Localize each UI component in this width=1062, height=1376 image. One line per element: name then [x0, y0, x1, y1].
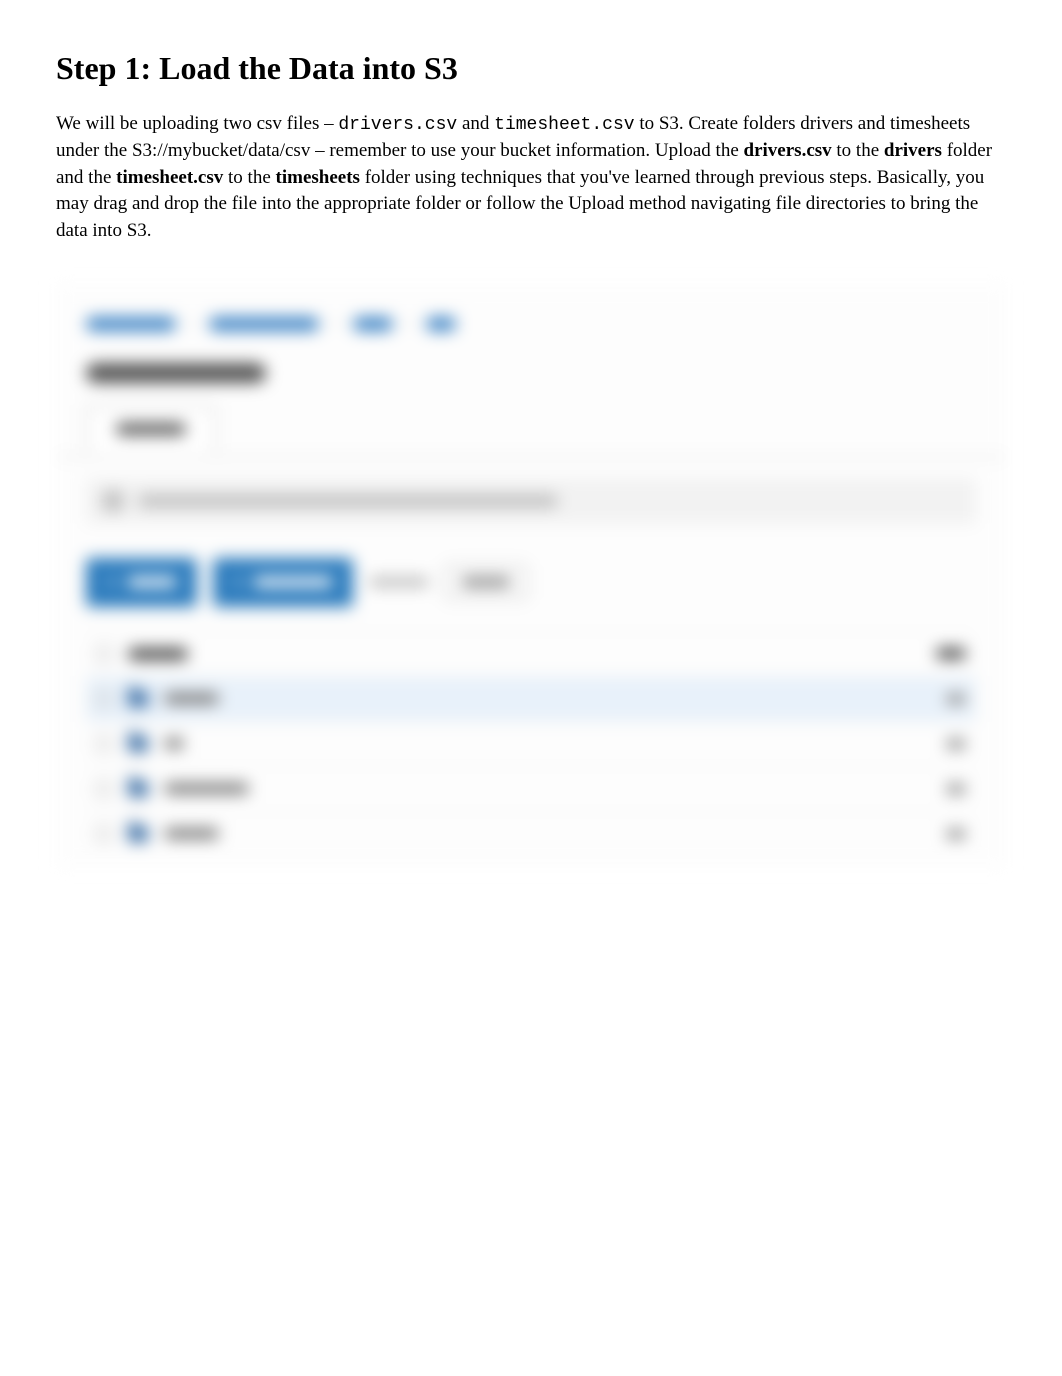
list-row	[86, 676, 976, 721]
checkbox	[96, 781, 112, 797]
tab-overview	[86, 405, 216, 453]
embedded-screenshot-blurred: › › › + +	[56, 285, 1006, 866]
bucket-title	[56, 357, 1006, 403]
code-timesheet-csv: timesheet.csv	[494, 115, 634, 135]
list-header	[86, 631, 976, 676]
breadcrumb-item	[209, 317, 319, 331]
folder-icon	[128, 691, 148, 707]
bold-timesheets-folder: timesheets	[276, 167, 360, 188]
breadcrumb-item	[426, 317, 456, 331]
breadcrumb-item	[353, 317, 393, 331]
plus-icon: +	[106, 572, 117, 593]
column-header-right	[936, 648, 966, 659]
checkbox	[96, 646, 112, 662]
bold-drivers-folder: drivers	[884, 140, 942, 161]
tab-row	[56, 403, 1006, 458]
breadcrumb-separator: ›	[407, 315, 412, 333]
list-row	[86, 811, 976, 856]
breadcrumb-separator: ›	[190, 315, 195, 333]
folder-icon	[128, 736, 148, 752]
row-name	[164, 738, 184, 749]
bold-drivers-csv: drivers.csv	[744, 140, 832, 161]
create-folder-button: +	[213, 558, 354, 607]
row-meta	[946, 739, 966, 749]
row-name	[164, 783, 249, 794]
checkbox	[96, 736, 112, 752]
column-header-name	[128, 648, 188, 660]
row-name	[164, 828, 219, 839]
text-segment: to the	[832, 140, 884, 161]
folder-icon	[128, 781, 148, 797]
breadcrumb-item	[86, 317, 176, 331]
action-row: + +	[56, 548, 1006, 631]
checkbox	[96, 826, 112, 842]
row-meta	[946, 694, 966, 704]
page-heading: Step 1: Load the Data into S3	[56, 50, 1006, 87]
object-list	[56, 631, 1006, 856]
code-drivers-csv: drivers.csv	[338, 115, 457, 135]
search-icon	[104, 492, 122, 510]
list-row	[86, 766, 976, 811]
list-row	[86, 721, 976, 766]
text-segment: to the	[223, 167, 275, 188]
row-name	[164, 693, 219, 704]
search-bar	[86, 478, 976, 524]
text-segment: We will be uploading two csv files –	[56, 113, 338, 134]
breadcrumb: › › ›	[56, 305, 1006, 357]
checkbox	[96, 691, 112, 707]
upload-button: +	[86, 558, 197, 607]
breadcrumb-separator: ›	[333, 315, 338, 333]
actions-dropdown	[445, 565, 527, 599]
row-meta	[946, 829, 966, 839]
action-text	[369, 577, 429, 587]
row-meta	[946, 784, 966, 794]
intro-paragraph: We will be uploading two csv files – dri…	[56, 111, 1006, 245]
bold-timesheet-csv: timesheet.csv	[116, 167, 223, 188]
text-segment: and	[457, 113, 494, 134]
folder-icon	[128, 826, 148, 842]
search-placeholder	[138, 495, 558, 507]
plus-icon: +	[233, 572, 244, 593]
